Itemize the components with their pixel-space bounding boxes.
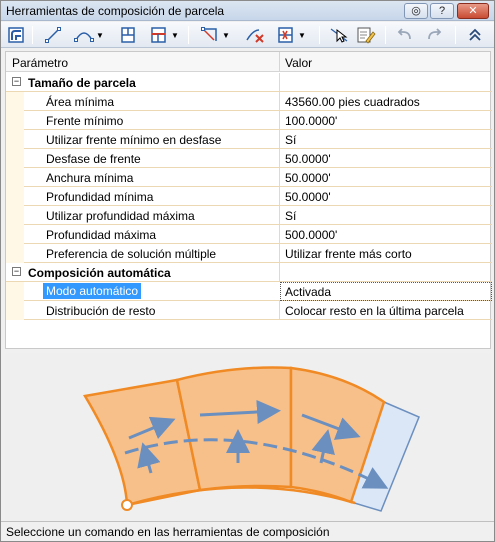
subentity-editor-icon[interactable] [355,25,377,45]
pi-tool-icon[interactable]: ▼ [197,25,233,45]
header-parameter: Parámetro [12,56,69,70]
toolbar: ▼ ▼ ▼ ▼ [1,22,494,48]
collapse-toggle-icon[interactable]: − [12,267,21,276]
collapse-toggle-icon[interactable]: − [12,77,21,86]
select-parcel-icon[interactable] [6,25,26,45]
row-minimum-frontage[interactable]: Frente mínimo 100.0000' [6,111,492,130]
row-frontage-offset[interactable]: Desfase de frente 50.0000' [6,149,492,168]
toolbar-separator [32,26,33,44]
parcel-layout-illustration [82,366,420,512]
parcel-frontage-icon[interactable] [118,25,138,45]
category-automatic-layout[interactable]: − Composición automática [6,263,492,282]
row-multiple-solution-preference[interactable]: Preferencia de solución múltiple Utilizar… [6,244,492,263]
row-use-min-frontage-offset[interactable]: Utilizar frente mínimo en desfase Sí [6,130,492,149]
close-button[interactable]: ✕ [457,3,489,19]
parcel-layout-tools-window: Herramientas de composición de parcela ◎… [0,0,495,542]
header-value: Valor [285,56,313,70]
help-icon[interactable]: ? [430,3,454,19]
collapse-up-icon[interactable] [464,25,486,45]
pick-subentity-icon[interactable] [328,25,350,45]
row-remainder-distribution[interactable]: Distribución de resto Colocar resto en la… [6,301,492,320]
chevron-down-icon[interactable]: ▼ [171,31,179,40]
row-minimum-depth[interactable]: Profundidad mínima 50.0000' [6,187,492,206]
options-icon[interactable]: ◎ [404,3,428,19]
grid-header: Parámetro Valor [6,52,490,72]
row-use-maximum-depth[interactable]: Utilizar profundidad máxima Sí [6,206,492,225]
start-point-marker [121,499,133,511]
line-tool-icon[interactable] [43,25,63,45]
undo-icon[interactable] [394,25,416,45]
redo-icon[interactable] [423,25,445,45]
toolbar-separator [319,26,320,44]
toolbar-separator [188,26,189,44]
column-divider[interactable] [279,52,280,72]
row-maximum-depth[interactable]: Profundidad máxima 500.0000' [6,225,492,244]
delete-subentity-icon[interactable] [244,25,266,45]
window-title: Herramientas de composición de parcela [6,4,225,18]
parcel-union-icon[interactable]: ▼ [273,25,309,45]
status-bar: Seleccione un comando en las herramienta… [1,521,494,541]
row-minimum-width[interactable]: Anchura mínima 50.0000' [6,168,492,187]
row-minimum-area[interactable]: Área mínima 43560.00 pies cuadrados [6,92,492,111]
chevron-down-icon[interactable]: ▼ [96,31,104,40]
toolbar-separator [455,26,456,44]
row-automatic-mode[interactable]: Modo automático Activada [6,282,492,301]
parameter-grid: Parámetro Valor − Tamaño de parcela Área… [5,51,492,349]
title-bar[interactable]: Herramientas de composición de parcela ◎… [1,1,494,21]
category-lot-size[interactable]: − Tamaño de parcela [6,73,492,92]
curve-tool-icon[interactable]: ▼ [73,25,105,45]
toolbar-separator [385,26,386,44]
status-text: Seleccione un comando en las herramienta… [6,525,330,539]
slide-line-icon[interactable]: ▼ [147,25,181,45]
chevron-down-icon[interactable]: ▼ [298,31,306,40]
layout-preview-panel [5,353,491,521]
chevron-down-icon[interactable]: ▼ [222,31,230,40]
